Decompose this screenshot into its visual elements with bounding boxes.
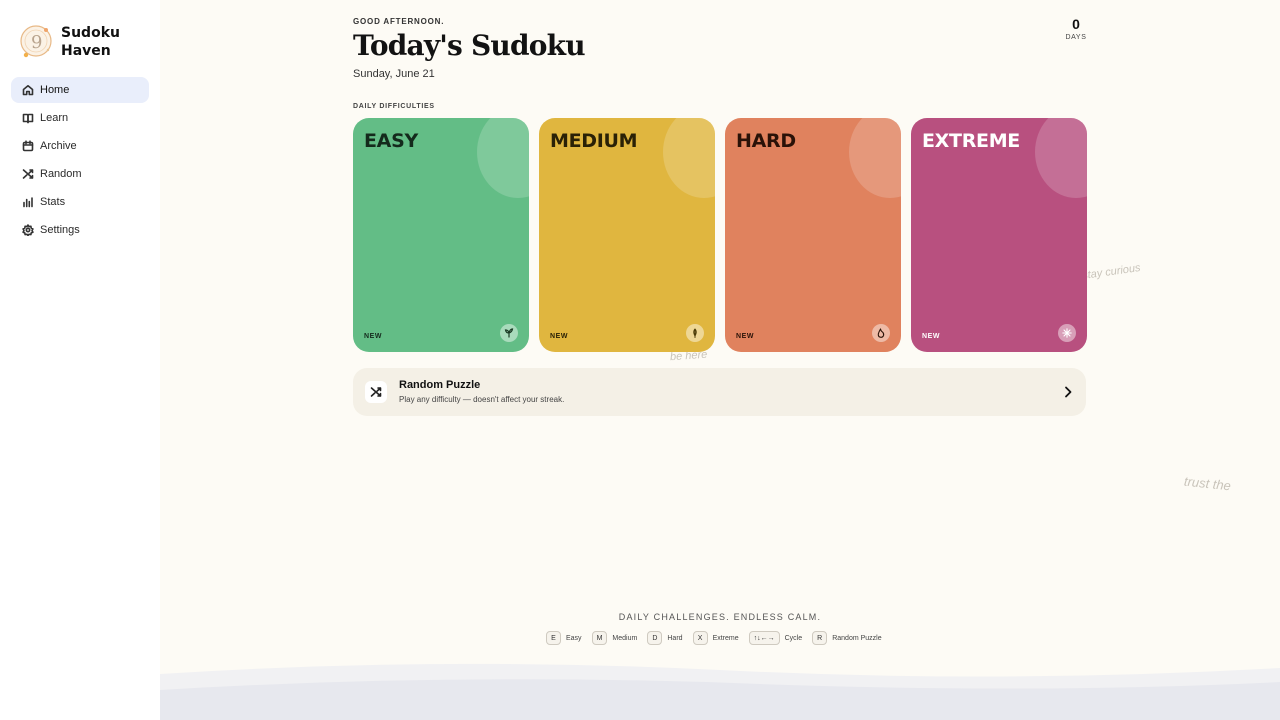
sprout-icon	[500, 324, 518, 342]
card-decoration	[477, 118, 529, 198]
difficulty-cards: EASY NEW MEDIUM NEW HARD NEW EXTREME NEW	[353, 118, 1087, 352]
shortcut-cycle: ↑↓←→ Cycle	[748, 631, 803, 645]
feather-icon	[686, 324, 704, 342]
brand[interactable]: 9 Sudoku Haven	[18, 22, 120, 60]
streak-label: DAYS	[1065, 34, 1087, 41]
random-puzzle-icon-box	[365, 381, 387, 403]
page-date: Sunday, June 21	[353, 68, 435, 80]
shuffle-icon	[22, 169, 34, 179]
random-puzzle-title: Random Puzzle	[399, 379, 481, 391]
home-icon	[22, 85, 34, 96]
shortcut-key: M	[591, 631, 608, 645]
sparkle-icon	[1058, 324, 1076, 342]
book-icon	[22, 113, 34, 124]
sidebar-item-stats[interactable]: Stats	[11, 189, 149, 215]
card-status: NEW	[364, 333, 383, 340]
card-medium[interactable]: MEDIUM NEW	[539, 118, 715, 352]
shortcut-medium: M Medium	[591, 631, 638, 645]
shortcut-label: Cycle	[784, 634, 803, 642]
sidebar-item-label: Settings	[40, 224, 80, 236]
shortcut-label: Extreme	[712, 634, 739, 642]
shortcut-key: X	[692, 631, 708, 645]
sidebar-item-learn[interactable]: Learn	[11, 105, 149, 131]
tagline: DAILY CHALLENGES. ENDLESS CALM.	[618, 612, 822, 622]
keyboard-shortcuts: E Easy M Medium D Hard X Extreme ↑↓←→ Cy…	[546, 631, 892, 645]
sidebar-item-label: Learn	[40, 112, 69, 124]
card-title: HARD	[736, 130, 796, 152]
shortcut-key: R	[812, 631, 828, 645]
greeting: GOOD AFTERNOON.	[353, 17, 445, 26]
card-title: MEDIUM	[550, 130, 638, 152]
sidebar-item-label: Archive	[40, 140, 77, 152]
random-puzzle-button[interactable]: Random Puzzle Play any difficulty — does…	[353, 368, 1086, 416]
card-title: EASY	[364, 130, 418, 152]
shuffle-icon	[370, 387, 382, 397]
shortcut-easy: E Easy	[546, 631, 582, 645]
streak-counter: 0 DAYS	[1060, 16, 1092, 41]
shortcut-label: Easy	[566, 634, 582, 642]
chevron-right-icon	[1062, 385, 1074, 399]
shortcut-key: D	[647, 631, 663, 645]
sidebar-item-label: Stats	[40, 196, 66, 208]
random-puzzle-subtitle: Play any difficulty — doesn't affect you…	[399, 395, 565, 404]
streak-value: 0	[1072, 16, 1080, 32]
card-title: EXTREME	[922, 130, 1020, 152]
footer-wave	[160, 663, 1280, 720]
nine-badge-icon: 9	[20, 25, 52, 58]
sidebar-nav: Home Learn Archive Random Stats Settings	[11, 77, 149, 245]
card-decoration	[663, 118, 715, 198]
shortcut-random: R Random Puzzle	[812, 631, 882, 645]
card-hard[interactable]: HARD NEW	[725, 118, 901, 352]
svg-text:9: 9	[31, 32, 42, 53]
sidebar-item-label: Home	[40, 84, 70, 96]
card-extreme[interactable]: EXTREME NEW	[911, 118, 1087, 352]
sidebar-item-label: Random	[40, 168, 82, 180]
card-status: NEW	[736, 333, 755, 340]
watermark-text: trust the	[1183, 473, 1232, 494]
flame-icon	[872, 324, 890, 342]
gear-icon	[22, 224, 34, 236]
card-status: NEW	[922, 333, 941, 340]
shortcut-label: Medium	[612, 634, 638, 642]
shortcut-label: Hard	[667, 634, 683, 642]
card-easy[interactable]: EASY NEW	[353, 118, 529, 352]
calendar-icon	[22, 140, 34, 152]
shortcut-key: E	[546, 631, 561, 645]
shortcut-label: Random Puzzle	[832, 634, 882, 642]
card-decoration	[1035, 118, 1087, 198]
sidebar-item-settings[interactable]: Settings	[11, 217, 149, 243]
sidebar-item-random[interactable]: Random	[11, 161, 149, 187]
card-status: NEW	[550, 333, 569, 340]
page-title: Today's Sudoku	[353, 29, 586, 62]
sidebar-item-archive[interactable]: Archive	[11, 133, 149, 159]
watermark-text: stay curious	[1081, 261, 1142, 283]
section-label-difficulties: DAILY DIFFICULTIES	[353, 103, 435, 110]
card-decoration	[849, 118, 901, 198]
shortcut-hard: D Hard	[647, 631, 683, 645]
shortcut-key: ↑↓←→	[748, 631, 780, 645]
sidebar-item-home[interactable]: Home	[11, 77, 149, 103]
shortcut-extreme: X Extreme	[692, 631, 739, 645]
brand-name: Sudoku Haven	[61, 25, 120, 59]
bar-chart-icon	[23, 197, 33, 208]
